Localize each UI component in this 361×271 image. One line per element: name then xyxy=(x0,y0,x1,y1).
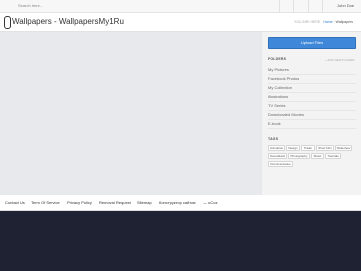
footer: Contact Us Term Of Service Privacy Polic… xyxy=(0,195,361,211)
page-header: Wallpapers - WallpapersMy1Ru YOU ARE HER… xyxy=(0,13,361,32)
breadcrumb-prefix: YOU ARE HERE xyxy=(294,20,321,24)
breadcrumb-separator: › xyxy=(333,20,335,24)
tags-heading: TAGS xyxy=(268,137,279,141)
tag-chip[interactable]: Short Film xyxy=(316,145,334,151)
divider xyxy=(279,0,280,13)
footer-link-privacy[interactable]: Privacy Policy xyxy=(67,200,92,205)
folders-heading: FOLDERS xyxy=(268,57,287,61)
folder-item[interactable]: TV Series xyxy=(268,102,356,111)
content-area xyxy=(0,32,262,195)
breadcrumb-current: Wallpapers xyxy=(335,20,354,24)
breadcrumb: YOU ARE HERE Home › Wallpapers xyxy=(294,20,353,24)
add-folder-link[interactable]: + ADD NEW FOLDER xyxy=(325,58,355,62)
folder-item[interactable]: My Pictures xyxy=(268,66,356,75)
breadcrumb-home-link[interactable]: Home xyxy=(323,20,332,24)
folder-item[interactable]: E-book xyxy=(268,120,356,129)
tag-chip[interactable]: Trailer xyxy=(301,145,315,151)
divider xyxy=(308,0,309,13)
footer-link-contact[interactable]: Contact Us xyxy=(5,200,25,205)
search-input[interactable]: Search here... xyxy=(18,3,43,8)
footer-link-removal[interactable]: Removal Request xyxy=(99,200,131,205)
folder-item[interactable]: Downloaded Movies xyxy=(268,111,356,120)
tag-chip[interactable]: Documentaries xyxy=(268,161,293,167)
tag-chip[interactable]: Tutorials xyxy=(325,153,341,159)
page-title: Wallpapers - WallpapersMy1Ru xyxy=(12,17,124,26)
footer-link-site-builder[interactable]: Конструктор сайтов xyxy=(159,200,196,205)
folder-item[interactable]: My Collection xyxy=(268,84,356,93)
footer-link-ucoz[interactable]: — uCoz xyxy=(203,200,217,205)
tag-chip[interactable]: Music xyxy=(311,153,324,159)
tag-chip[interactable]: Design xyxy=(286,145,300,151)
folder-item[interactable]: Illustrations xyxy=(268,93,356,102)
tag-chip[interactable]: Photography xyxy=(288,153,310,159)
tag-chip[interactable]: Animation xyxy=(268,145,285,151)
folder-item[interactable]: Facebook Photos xyxy=(268,75,356,84)
footer-link-terms[interactable]: Term Of Service xyxy=(31,200,60,205)
top-bar: Search here... John Doe xyxy=(0,0,361,13)
user-menu[interactable]: John Doe xyxy=(337,3,354,8)
tag-chip[interactable]: Soundtrack xyxy=(268,153,287,159)
divider xyxy=(293,0,294,13)
upload-files-button[interactable]: Upload Files xyxy=(268,37,356,49)
sidebar-toggle-icon[interactable] xyxy=(4,16,11,29)
footer-link-sitemap[interactable]: Sitemap xyxy=(137,200,152,205)
tag-chip[interactable]: Slideshow xyxy=(335,145,352,151)
divider xyxy=(322,0,323,13)
